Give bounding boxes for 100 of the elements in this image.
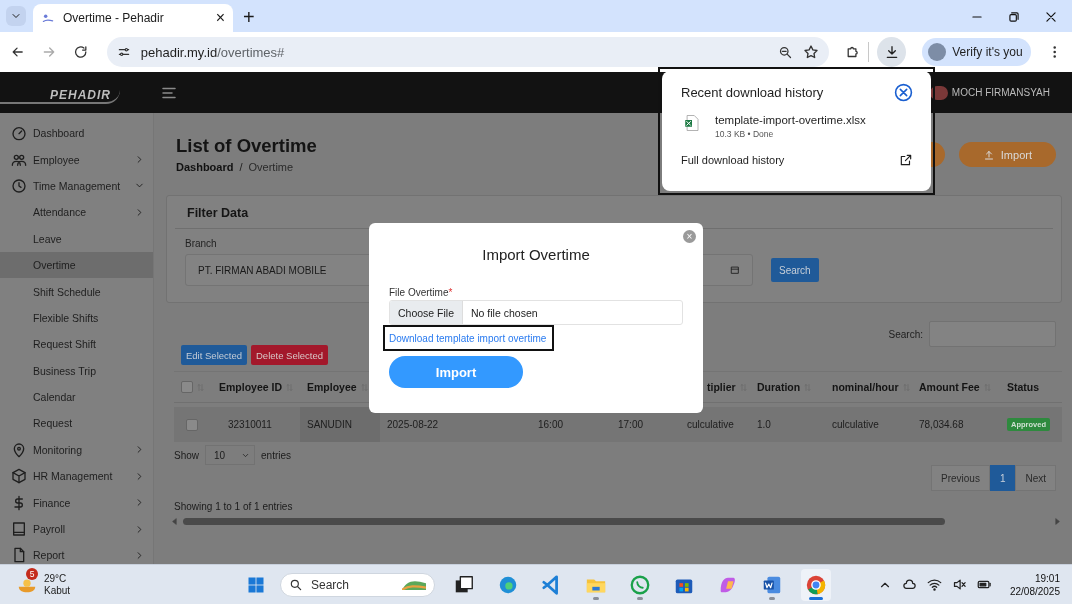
cloud-icon[interactable] <box>901 577 917 592</box>
chat-icon[interactable] <box>629 573 651 596</box>
column-header[interactable]: Amount Fee <box>919 381 980 393</box>
site-info-icon <box>116 45 131 59</box>
running-indicator <box>769 596 775 600</box>
sidebar-item[interactable]: Report <box>0 542 153 564</box>
book-icon <box>11 521 27 538</box>
landscape-icon <box>402 579 426 590</box>
next-button[interactable]: Next <box>1015 465 1056 491</box>
table-cell: 32310011 <box>228 419 272 430</box>
search-icon <box>289 577 303 592</box>
close-icon[interactable] <box>1044 10 1058 24</box>
checkbox[interactable] <box>181 381 193 393</box>
edit-selected-button[interactable]: Edit Selected <box>181 345 247 365</box>
page-size-select[interactable]: 10 <box>205 445 255 465</box>
template-link[interactable]: Download template import overtime <box>389 333 547 344</box>
close-tab-button[interactable]: × <box>215 10 225 26</box>
column-header[interactable]: nominal/hour <box>832 381 899 393</box>
scroll-right-icon[interactable] <box>1053 517 1062 526</box>
entries-label: entries <box>261 449 292 461</box>
sidebar-item[interactable]: Request Shift <box>0 331 153 358</box>
sidebar-item[interactable]: Attendance <box>0 199 153 226</box>
breadcrumb-item[interactable]: Dashboard <box>176 161 234 173</box>
column-header[interactable]: Employee ID <box>219 381 283 393</box>
delete-selected-button[interactable]: Delete Selected <box>251 345 329 365</box>
sidebar-item[interactable]: Overtime <box>0 251 153 279</box>
table-cell: 16:00 <box>538 419 564 430</box>
muted-speaker-icon[interactable] <box>951 577 967 592</box>
sidebar-item[interactable]: Flexible Shifts <box>0 304 153 332</box>
import-submit-button[interactable]: Import <box>389 356 523 388</box>
import-button[interactable]: Import <box>958 142 1056 167</box>
field-label: Branch <box>185 238 217 249</box>
taskbar-search[interactable]: Search <box>280 572 435 597</box>
external-link-icon[interactable] <box>899 153 913 167</box>
upload-icon <box>982 148 995 161</box>
table-cell: culculative <box>687 419 734 430</box>
running-indicator <box>809 596 823 600</box>
extensions-icon[interactable] <box>845 44 861 60</box>
pin-icon <box>11 441 27 458</box>
zoom-out-icon[interactable] <box>778 44 794 60</box>
document-icon <box>11 547 27 564</box>
browser-icon[interactable] <box>805 573 827 596</box>
sidebar-item[interactable]: Shift Schedule <box>0 278 153 305</box>
close-button[interactable]: × <box>683 230 696 243</box>
browser-tab[interactable]: Overtime - Pehadir × <box>33 4 233 32</box>
column-header[interactable]: tiplier <box>707 381 736 393</box>
clock-icon <box>11 177 27 194</box>
show-label: Show <box>174 449 199 461</box>
sidebar-item[interactable]: Payroll <box>0 515 153 543</box>
file-input[interactable]: Choose File No file chosen <box>389 300 683 325</box>
clock[interactable]: 19:01 22/08/2025 <box>1009 571 1060 598</box>
profile-button[interactable]: Verify it's you <box>922 38 1031 66</box>
column-header[interactable]: Duration <box>757 381 801 393</box>
breadcrumb-separator: / <box>239 161 243 173</box>
reload-icon[interactable] <box>73 44 89 60</box>
sidebar-item[interactable]: Employee <box>0 146 153 173</box>
star-icon[interactable] <box>803 44 820 60</box>
sidebar-item[interactable]: HR Management <box>0 463 153 490</box>
table-cell: 17:00 <box>618 419 644 430</box>
previous-button[interactable]: Previous <box>930 465 990 491</box>
cube-icon <box>11 468 27 485</box>
scroll-left-icon[interactable] <box>170 517 179 526</box>
breadcrumb-item: Overtime <box>248 161 294 173</box>
user-name[interactable]: MOCH FIRMANSYAH <box>951 87 1050 98</box>
sidebar-item[interactable]: Time Management <box>0 172 153 200</box>
logo: PEHADIR <box>0 87 120 104</box>
sidebar-item[interactable]: Calendar <box>0 383 153 411</box>
wifi-icon[interactable] <box>926 577 942 592</box>
sidebar-item[interactable]: Monitoring <box>0 436 153 464</box>
sidebar-item[interactable]: Request <box>0 410 153 437</box>
page-button[interactable]: 1 <box>989 465 1016 491</box>
popup-title: Recent download history <box>681 85 824 100</box>
search-button[interactable]: Search <box>771 258 819 282</box>
notification-badge: 5 <box>26 567 38 580</box>
calendar-icon <box>730 265 740 275</box>
checkbox[interactable] <box>186 418 198 431</box>
column-header[interactable]: Status <box>1007 381 1040 393</box>
running-indicator <box>637 596 643 600</box>
field-label: File Overtime* <box>389 287 454 298</box>
table-cell: 78,034.68 <box>919 419 964 430</box>
scrollbar-thumb[interactable] <box>183 518 945 525</box>
address-bar[interactable]: pehadir.my.id/overtimes# <box>106 37 830 67</box>
table-info: Showing 1 to 1 of 1 entries <box>174 501 294 512</box>
download-button[interactable] <box>877 37 907 67</box>
sidebar-item[interactable]: Finance <box>0 489 153 516</box>
full-history-link[interactable]: Full download history <box>681 154 785 166</box>
table-cell: 2025-08-22 <box>387 419 439 430</box>
column-header[interactable]: Employee <box>307 381 357 393</box>
dialog-title: Import Overtime <box>481 246 591 263</box>
new-tab-button[interactable]: + <box>243 7 255 27</box>
sidebar-item[interactable]: Dashboard <box>0 120 153 147</box>
file-name[interactable]: template-import-overtime.xlsx <box>715 114 866 126</box>
sidebar-item[interactable]: Leave <box>0 225 153 252</box>
restore-icon[interactable] <box>1007 10 1021 24</box>
table-cell: SANUDIN <box>307 419 352 430</box>
sidebar-item[interactable]: Business Trip <box>0 357 153 384</box>
temperature: 29°C <box>44 572 68 585</box>
spreadsheet-icon <box>683 114 701 132</box>
avatar-icon <box>928 43 947 61</box>
table-cell: 1.0 <box>757 419 771 430</box>
